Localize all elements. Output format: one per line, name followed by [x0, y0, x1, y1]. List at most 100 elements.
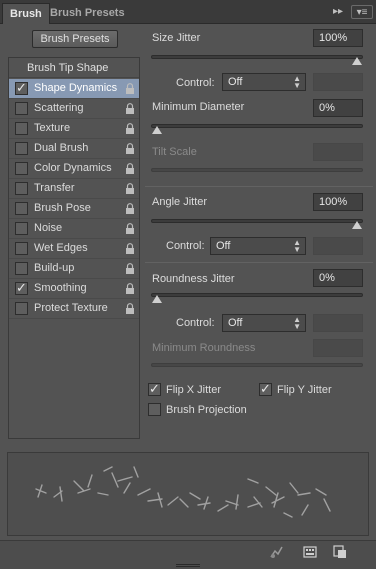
control-select-1-value: Off	[228, 76, 243, 88]
brush-setting-label: Dual Brush	[34, 142, 89, 154]
lock-icon[interactable]	[125, 243, 135, 254]
brush-tip-shape-item[interactable]: Brush Tip Shape	[9, 58, 139, 78]
tilt-scale-label: Tilt Scale	[152, 146, 197, 158]
brush-setting-item[interactable]: Build-up	[9, 259, 139, 279]
angle-jitter-label: Angle Jitter	[152, 196, 208, 208]
brush-setting-label: Texture	[34, 122, 71, 134]
tilt-scale-value	[313, 143, 363, 161]
lock-icon[interactable]	[125, 123, 135, 134]
lock-icon[interactable]	[125, 83, 135, 94]
lock-icon[interactable]	[125, 103, 135, 114]
brush-setting-label: Smoothing	[34, 282, 87, 294]
brush-settings-list: Brush Tip Shape Shape Dynamics Scattering…	[8, 57, 140, 439]
brush-setting-label: Transfer	[34, 182, 75, 194]
brush-projection-label: Brush Projection	[166, 404, 247, 416]
section-divider-2	[145, 262, 373, 263]
lock-icon[interactable]	[125, 203, 135, 214]
brush-setting-checkbox[interactable]	[15, 80, 28, 96]
lock-icon[interactable]	[125, 303, 135, 314]
size-jitter-label: Size Jitter	[152, 32, 201, 44]
brush-setting-label: Shape Dynamics	[34, 82, 118, 94]
lock-icon[interactable]	[125, 283, 135, 294]
brush-setting-checkbox[interactable]	[15, 262, 28, 275]
minimum-diameter-label: Minimum Diameter	[152, 101, 245, 113]
control-select-3-value: Off	[228, 317, 243, 329]
angle-jitter-slider[interactable]	[151, 219, 363, 229]
minimum-roundness-value	[313, 339, 363, 357]
roundness-jitter-slider[interactable]	[151, 293, 363, 303]
brush-toggle-icon[interactable]	[269, 545, 283, 559]
control-2-extra-field	[313, 237, 363, 255]
brush-setting-checkbox[interactable]	[15, 162, 28, 175]
brush-setting-item[interactable]: Dual Brush	[9, 139, 139, 159]
control-label-2: Control:	[166, 240, 205, 252]
brush-setting-label: Protect Texture	[34, 302, 108, 314]
stroke-preview-graphic	[35, 466, 331, 518]
brush-presets-button[interactable]: Brush Presets	[32, 30, 118, 48]
control-select-3[interactable]: Off ▲ ▼	[222, 314, 306, 332]
select-arrows-icon: ▲ ▼	[293, 238, 301, 254]
lock-icon[interactable]	[125, 163, 135, 174]
brush-setting-checkbox[interactable]	[15, 142, 28, 155]
size-jitter-thumb[interactable]	[352, 57, 362, 65]
brush-setting-item[interactable]: Wet Edges	[9, 239, 139, 259]
brush-setting-item[interactable]: Noise	[9, 219, 139, 239]
control-select-2-value: Off	[216, 240, 231, 252]
tab-brush-presets[interactable]: Brush Presets	[43, 3, 132, 24]
lock-icon[interactable]	[125, 183, 135, 194]
brush-setting-checkbox[interactable]	[15, 182, 28, 195]
control-label-3: Control:	[176, 317, 215, 329]
brush-setting-label: Color Dynamics	[34, 162, 112, 174]
minimum-diameter-slider[interactable]	[151, 124, 363, 134]
brush-setting-label: Wet Edges	[34, 242, 88, 254]
size-jitter-value[interactable]: 100%	[313, 29, 363, 47]
flip-y-checkbox[interactable]	[259, 381, 272, 397]
brush-setting-item[interactable]: Shape Dynamics	[9, 79, 139, 99]
resize-grip[interactable]	[176, 564, 200, 567]
angle-jitter-value[interactable]: 100%	[313, 193, 363, 211]
brush-setting-item[interactable]: Transfer	[9, 179, 139, 199]
brush-setting-checkbox[interactable]	[15, 302, 28, 315]
brush-setting-checkbox[interactable]	[15, 202, 28, 215]
flip-x-checkbox[interactable]	[148, 381, 161, 397]
minimum-roundness-label: Minimum Roundness	[152, 342, 256, 354]
control-select-1[interactable]: Off ▲ ▼	[222, 73, 306, 91]
brush-projection-checkbox[interactable]	[148, 403, 161, 416]
new-preset-icon[interactable]	[333, 545, 347, 559]
grid-icon[interactable]	[303, 545, 317, 559]
tilt-scale-slider	[151, 168, 363, 172]
brush-setting-checkbox[interactable]	[15, 102, 28, 115]
brush-setting-item[interactable]: Smoothing	[9, 279, 139, 299]
brush-stroke-preview	[7, 452, 369, 536]
flip-y-label: Flip Y Jitter	[277, 384, 332, 396]
section-divider-1	[145, 186, 373, 187]
brush-setting-item[interactable]: Brush Pose	[9, 199, 139, 219]
control-1-extra-field	[313, 73, 363, 91]
brush-setting-item[interactable]: Texture	[9, 119, 139, 139]
lock-icon[interactable]	[125, 223, 135, 234]
brush-setting-label: Scattering	[34, 102, 84, 114]
collapse-panel-icon[interactable]: ▸▸	[331, 5, 345, 19]
brush-setting-label: Build-up	[34, 262, 75, 274]
brush-setting-checkbox[interactable]	[15, 222, 28, 235]
brush-setting-item[interactable]: Color Dynamics	[9, 159, 139, 179]
control-select-2[interactable]: Off ▲ ▼	[210, 237, 306, 255]
brush-setting-checkbox[interactable]	[15, 280, 28, 296]
lock-icon[interactable]	[125, 263, 135, 274]
angle-jitter-thumb[interactable]	[352, 221, 362, 229]
brush-setting-item[interactable]: Protect Texture	[9, 299, 139, 319]
roundness-jitter-value[interactable]: 0%	[313, 269, 363, 287]
select-arrows-icon: ▲ ▼	[293, 74, 301, 90]
size-jitter-slider[interactable]	[151, 55, 363, 65]
brush-setting-label: Brush Pose	[34, 202, 91, 214]
brush-setting-item[interactable]: Scattering	[9, 99, 139, 119]
lock-icon[interactable]	[125, 143, 135, 154]
minimum-diameter-thumb[interactable]	[152, 126, 162, 134]
brush-setting-checkbox[interactable]	[15, 242, 28, 255]
control-3-extra-field	[313, 314, 363, 332]
roundness-jitter-label: Roundness Jitter	[152, 273, 235, 285]
brush-setting-checkbox[interactable]	[15, 122, 28, 135]
minimum-diameter-value[interactable]: 0%	[313, 99, 363, 117]
panel-menu-icon[interactable]: ▾≡	[351, 5, 373, 19]
roundness-jitter-thumb[interactable]	[152, 295, 162, 303]
